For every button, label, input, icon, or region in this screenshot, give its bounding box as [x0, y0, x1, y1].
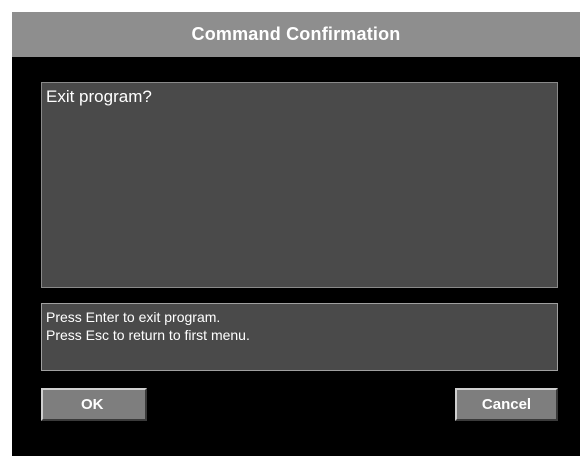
title-bar: Command Confirmation — [12, 12, 580, 57]
confirmation-message: Exit program? — [46, 87, 152, 106]
hint-enter: Press Enter to exit program. — [46, 309, 221, 325]
hint-panel: Press Enter to exit program. Press Esc t… — [41, 303, 558, 371]
hint-esc: Press Esc to return to first menu. — [46, 327, 250, 343]
command-confirmation-dialog: Command Confirmation Exit program? Press… — [12, 12, 580, 456]
message-panel: Exit program? — [41, 82, 558, 288]
dialog-title: Command Confirmation — [191, 24, 401, 44]
cancel-button[interactable]: Cancel — [455, 388, 558, 421]
ok-button[interactable]: OK — [41, 388, 147, 421]
